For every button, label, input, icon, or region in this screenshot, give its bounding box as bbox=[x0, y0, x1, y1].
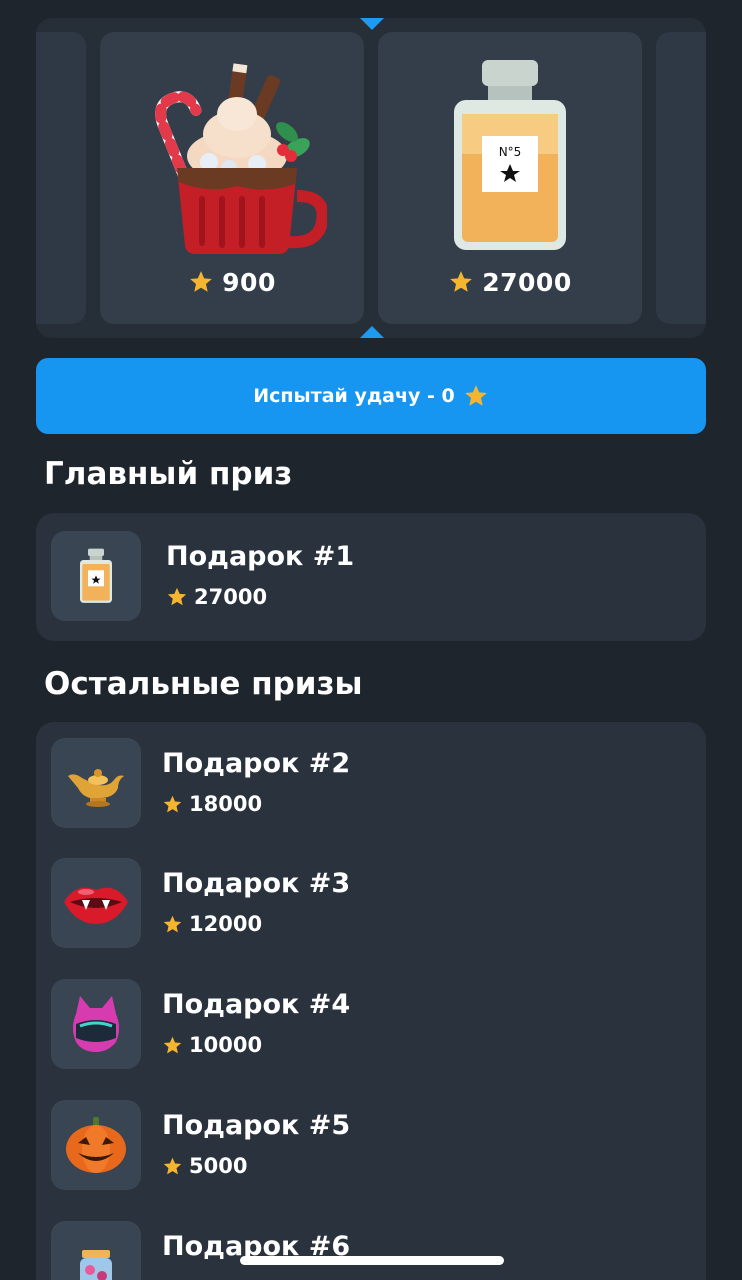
try-luck-label: Испытай удачу - 0 bbox=[253, 385, 455, 407]
star-icon bbox=[163, 795, 182, 813]
perfume-icon: N°5 bbox=[454, 60, 566, 250]
candy-jar-icon bbox=[80, 1250, 112, 1280]
gift-thumbnail bbox=[51, 1100, 141, 1190]
carousel-pointer-bottom bbox=[360, 326, 384, 338]
list-item[interactable]: Подарок #4 10000 bbox=[36, 979, 706, 1071]
carousel-price: 900 bbox=[100, 268, 364, 297]
pumpkin-icon bbox=[66, 1117, 126, 1173]
screen: 900 N°5 27000 Испытай удачу - 0 Главный … bbox=[0, 0, 742, 1280]
carousel-card-perfume: N°5 27000 bbox=[378, 32, 642, 324]
list-item[interactable]: Подарок #3 12000 bbox=[36, 858, 706, 950]
carousel-card-cocoa: 900 bbox=[100, 32, 364, 324]
gift-name: Подарок #3 bbox=[162, 868, 351, 899]
carousel-card-partial-right bbox=[656, 32, 706, 324]
carousel-pointer-top bbox=[360, 18, 384, 30]
gift-price: 10000 bbox=[162, 1033, 262, 1057]
star-icon bbox=[464, 385, 487, 406]
gift-name: Подарок #4 bbox=[162, 989, 351, 1020]
gift-name: Подарок #2 bbox=[162, 748, 351, 779]
magic-lamp-icon bbox=[68, 769, 124, 807]
hot-cocoa-icon bbox=[155, 63, 327, 254]
try-luck-button[interactable]: Испытай удачу - 0 bbox=[36, 358, 706, 434]
star-icon bbox=[163, 1157, 182, 1175]
gift-price: 12000 bbox=[162, 912, 262, 936]
gift-name: Подарок #1 bbox=[166, 541, 355, 572]
list-item[interactable]: Подарок #5 5000 bbox=[36, 1100, 706, 1192]
gift-thumbnail bbox=[51, 531, 141, 621]
other-prizes-title: Остальные призы bbox=[44, 666, 363, 702]
star-icon bbox=[167, 587, 187, 606]
list-item[interactable]: Подарок #2 18000 bbox=[36, 738, 706, 830]
gift-thumbnail bbox=[51, 858, 141, 948]
gift-thumbnail bbox=[51, 1221, 141, 1280]
prize-carousel[interactable]: 900 N°5 27000 bbox=[36, 18, 706, 338]
carousel-price: 27000 bbox=[378, 268, 642, 297]
svg-text:N°5: N°5 bbox=[499, 145, 522, 159]
other-prizes-panel: Подарок #2 18000 Подарок #3 12000 Подаро… bbox=[36, 722, 706, 1280]
main-prize-panel: Подарок #1 27000 bbox=[36, 513, 706, 641]
gift-name: Подарок #5 bbox=[162, 1110, 351, 1141]
gift-price: 18000 bbox=[162, 792, 262, 816]
carousel-card-partial-left bbox=[36, 32, 86, 324]
star-icon bbox=[190, 271, 212, 292]
list-item[interactable]: Подарок #6 bbox=[36, 1221, 706, 1280]
star-icon bbox=[163, 915, 182, 933]
cat-helmet-icon bbox=[73, 996, 119, 1052]
gift-thumbnail bbox=[51, 738, 141, 828]
gift-price: 5000 bbox=[162, 1154, 247, 1178]
vampire-lips-icon bbox=[64, 887, 128, 924]
perfume-icon bbox=[80, 548, 112, 603]
gift-price: 27000 bbox=[166, 585, 267, 609]
main-prize-title: Главный приз bbox=[44, 456, 293, 492]
star-icon bbox=[163, 1036, 182, 1054]
star-icon bbox=[450, 271, 473, 292]
home-indicator[interactable] bbox=[240, 1256, 504, 1265]
list-item[interactable]: Подарок #1 27000 bbox=[36, 531, 706, 623]
gift-thumbnail bbox=[51, 979, 141, 1069]
